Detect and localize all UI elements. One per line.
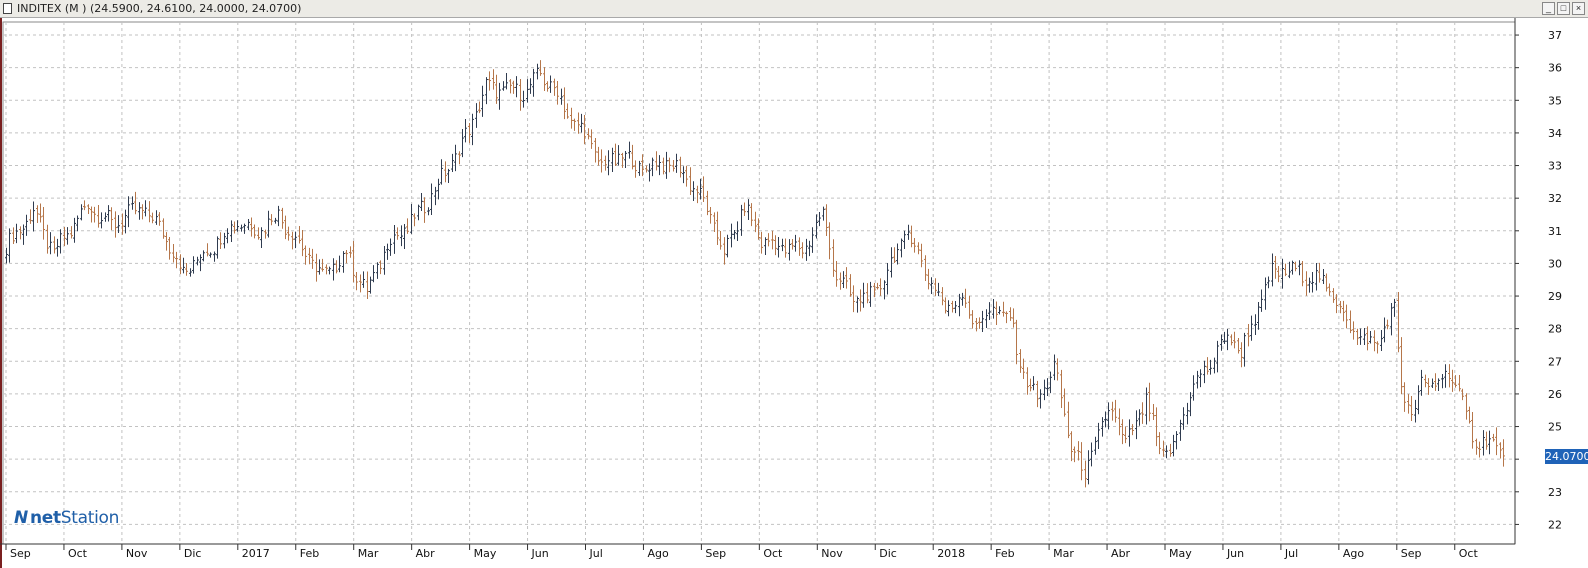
y-tick-label: 25 xyxy=(1548,421,1562,434)
title-bar[interactable]: INDITEX (M ) (24.5900, 24.6100, 24.0000,… xyxy=(0,0,1588,18)
y-tick-label: 34 xyxy=(1548,127,1562,140)
x-tick-label: Mar xyxy=(358,547,379,560)
x-tick-label: Feb xyxy=(995,547,1014,560)
y-tick-label: 35 xyxy=(1548,94,1562,107)
x-tick-label: Nov xyxy=(126,547,148,560)
y-tick-label: 36 xyxy=(1548,62,1562,75)
y-tick-label: 30 xyxy=(1548,257,1562,270)
y-tick-label: 23 xyxy=(1548,486,1562,499)
x-tick-label: May xyxy=(474,547,497,560)
price-chart[interactable]: 22232425262728293031323334353637 SepOctN… xyxy=(0,18,1588,568)
netstation-logo: NnetStation xyxy=(14,508,119,528)
x-tick-label: Abr xyxy=(416,547,436,560)
x-tick-label: Sep xyxy=(10,547,31,560)
x-tick-label: Feb xyxy=(300,547,319,560)
x-tick-label: Ago xyxy=(647,547,669,560)
maximize-button[interactable]: □ xyxy=(1557,2,1570,15)
x-tick-label: Jul xyxy=(1284,547,1298,560)
last-price-tag: 24.0700 xyxy=(1545,448,1588,464)
x-tick-label: 2017 xyxy=(242,547,270,560)
chart-grid xyxy=(0,18,1516,568)
y-tick-label: 22 xyxy=(1548,518,1562,531)
y-tick-label: 32 xyxy=(1548,192,1562,205)
x-tick-label: Jun xyxy=(531,547,549,560)
chart-window: INDITEX (M ) (24.5900, 24.6100, 24.0000,… xyxy=(0,0,1588,568)
window-icon xyxy=(3,3,12,14)
x-tick-label: 2018 xyxy=(937,547,965,560)
y-axis: 22232425262728293031323334353637 xyxy=(1514,18,1562,544)
x-tick-label: Abr xyxy=(1111,547,1131,560)
logo-station-text: Station xyxy=(60,508,120,528)
x-tick-label: Mar xyxy=(1053,547,1074,560)
y-tick-label: 29 xyxy=(1548,290,1562,303)
x-tick-label: Dic xyxy=(879,547,897,560)
x-tick-label: Ago xyxy=(1343,547,1365,560)
y-tick-label: 37 xyxy=(1548,29,1562,42)
netstation-logo-icon: N xyxy=(14,508,28,528)
y-tick-label: 27 xyxy=(1548,355,1562,368)
y-tick-label: 31 xyxy=(1548,225,1562,238)
close-button[interactable]: × xyxy=(1572,2,1585,15)
left-edge xyxy=(0,18,2,568)
x-tick-label: Oct xyxy=(763,547,783,560)
y-tick-label: 33 xyxy=(1548,160,1562,173)
x-tick-label: Sep xyxy=(1401,547,1422,560)
x-axis: Sep Oct Nov Dic 2017 Feb Mar Abr May Jun Jul Ago Sep… xyxy=(0,543,1515,560)
x-tick-label: Jul xyxy=(589,547,603,560)
x-tick-label: Nov xyxy=(821,547,843,560)
x-tick-label: Oct xyxy=(68,547,88,560)
logo-net-text: net xyxy=(29,508,61,528)
y-tick-label: 28 xyxy=(1548,323,1562,336)
x-tick-label: May xyxy=(1169,547,1192,560)
x-tick-label: Jun xyxy=(1226,547,1244,560)
y-tick-label: 26 xyxy=(1548,388,1562,401)
window-title: INDITEX (M ) (24.5900, 24.6100, 24.0000,… xyxy=(17,2,302,15)
x-tick-label: Sep xyxy=(705,547,726,560)
x-tick-label: Oct xyxy=(1459,547,1479,560)
minimize-button[interactable]: _ xyxy=(1542,2,1555,15)
x-tick-label: Dic xyxy=(184,547,202,560)
